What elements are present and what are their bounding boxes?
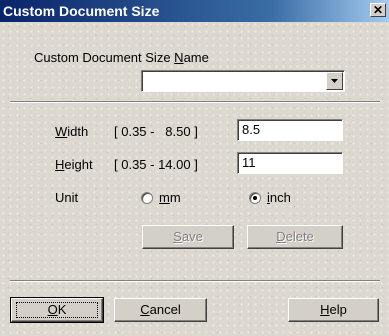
width-label-rest: idth: [67, 124, 89, 139]
save-rest: ave: [181, 229, 203, 244]
width-range: [ 0.35 - 8.50 ]: [114, 124, 198, 139]
ok-button[interactable]: OK: [10, 297, 104, 323]
separator-bottom: [10, 280, 380, 282]
name-label-mnemonic: N: [174, 50, 184, 65]
inch-rest: nch: [269, 190, 291, 205]
radio-selected-dot: [253, 196, 257, 200]
cancel-mnemonic: C: [140, 302, 150, 317]
close-icon[interactable]: ✕: [370, 3, 386, 17]
width-input[interactable]: 8.5: [237, 119, 343, 141]
focus-rect: [16, 302, 98, 318]
cancel-button[interactable]: Cancel: [114, 298, 207, 322]
mm-rest: m: [169, 190, 181, 205]
width-label: Width: [55, 124, 88, 139]
delete-mnemonic: D: [276, 229, 286, 244]
window-title: Custom Document Size: [3, 3, 160, 19]
mm-mnemonic: m: [159, 190, 170, 205]
separator-top: [10, 101, 380, 103]
document-size-name-combo[interactable]: [141, 70, 345, 92]
save-button[interactable]: Save: [142, 225, 234, 249]
delete-button[interactable]: Delete: [247, 225, 343, 249]
delete-rest: elete: [285, 229, 314, 244]
height-label: Height: [55, 157, 93, 172]
name-label-suffix: ame: [183, 50, 209, 65]
height-label-rest: eight: [64, 157, 93, 172]
unit-inch-label[interactable]: inch: [267, 190, 291, 205]
title-bar[interactable]: Custom Document Size ✕: [0, 0, 389, 22]
chevron-down-icon[interactable]: [326, 72, 343, 90]
unit-label: Unit: [55, 190, 79, 205]
height-label-mnemonic: H: [55, 157, 65, 172]
help-mnemonic: H: [320, 302, 330, 317]
custom-document-size-dialog: Custom Document Size ✕ Custom Document S…: [0, 0, 389, 336]
height-range: [ 0.35 - 14.00 ]: [114, 157, 198, 172]
save-mnemonic: S: [173, 229, 182, 244]
name-label-prefix: Custom Document Size: [34, 50, 175, 65]
width-label-mnemonic: W: [55, 124, 68, 139]
cancel-rest: ancel: [149, 302, 181, 317]
unit-mm-label[interactable]: mm: [159, 190, 181, 205]
help-button[interactable]: Help: [288, 298, 379, 322]
unit-mm-radio[interactable]: [141, 192, 153, 204]
document-size-name-label: Custom Document Size Name: [34, 50, 209, 65]
help-rest: elp: [329, 302, 347, 317]
height-input[interactable]: 11: [237, 152, 343, 174]
unit-inch-radio[interactable]: [249, 192, 261, 204]
